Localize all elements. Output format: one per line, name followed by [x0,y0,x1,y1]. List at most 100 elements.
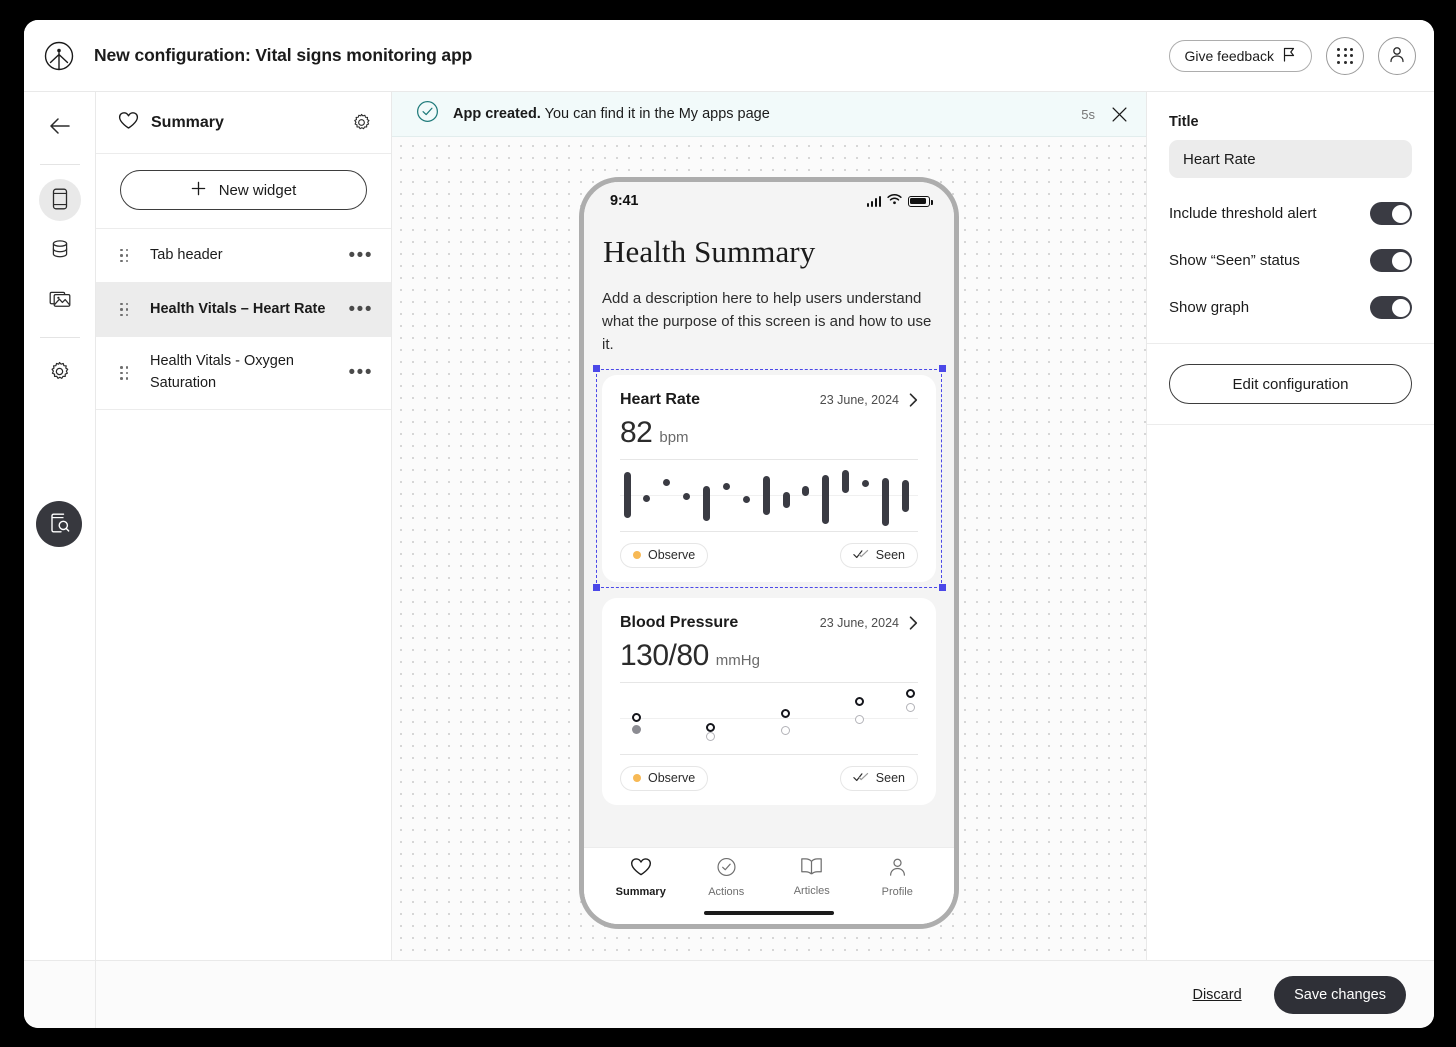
toggle-label: Show “Seen” status [1169,252,1300,269]
tab-label: Profile [881,886,913,898]
check-circle-icon [416,100,439,128]
status-icons [866,192,933,210]
chart-bar [881,477,889,527]
wifi-icon [887,192,902,210]
chart-bar [762,476,770,515]
tab-label: Articles [793,885,830,897]
discard-button[interactable]: Discard [1192,987,1241,1003]
chart-bar [683,493,691,501]
heart-rate-value: 82 [620,415,653,449]
heart-rate-card[interactable]: Heart Rate 23 June, 2024 82 bpm Observe … [602,374,936,582]
home-indicator [584,902,954,924]
selection-handle[interactable] [592,365,600,373]
footer-rail-spacer [24,961,96,1028]
seen-badge[interactable]: Seen [839,542,918,568]
toggle-label: Show graph [1169,299,1250,316]
flag-icon [1283,47,1296,65]
person-icon [887,857,908,882]
heart-icon [630,857,652,882]
widget-label: Tab header [150,246,223,263]
card-title: Heart Rate [620,390,701,408]
tab-label: Summary [615,886,666,898]
new-widget-section: New widget [96,154,391,229]
systolic-point [706,723,716,733]
systolic-point [855,697,865,707]
blood-pressure-card[interactable]: Blood Pressure 23 June, 2024 130/80 mmHg [602,597,936,805]
give-feedback-button[interactable]: Give feedback [1168,39,1312,72]
apps-grid-button[interactable] [1326,36,1364,75]
chart-gridline [620,681,918,683]
chevron-right-icon[interactable] [909,616,918,630]
back-button[interactable] [39,106,81,148]
drag-handle-icon[interactable] [120,302,128,317]
account-button[interactable] [1378,36,1416,75]
rail-item-screens[interactable] [38,179,81,221]
new-widget-button[interactable]: New widget [120,170,367,210]
status-dot-icon [633,774,641,783]
seen-status-toggle[interactable] [1370,249,1412,272]
arrow-left-icon [49,117,71,138]
widget-menu-button[interactable]: ••• [349,246,373,265]
drag-handle-icon[interactable] [120,366,128,380]
tab-profile[interactable]: Profile [855,857,941,898]
accessibility-logo-icon [44,41,74,71]
tab-articles[interactable]: Articles [769,857,855,898]
preview-app-button[interactable] [36,501,82,547]
drag-handle-icon[interactable] [120,248,128,263]
widget-menu-button[interactable]: ••• [349,300,373,319]
close-icon[interactable] [1111,106,1128,123]
tab-summary[interactable]: Summary [598,857,684,898]
selection-handle[interactable] [592,584,600,592]
main-body: Summary New widget Tab header ••• Health… [24,92,1434,960]
systolic-point [780,708,790,718]
show-graph-toggle[interactable] [1370,296,1412,319]
rail-item-media[interactable] [39,279,81,321]
threshold-alert-toggle[interactable] [1370,202,1412,225]
phone-preview: 9:41 Health Summary Add a description he… [579,177,959,929]
phone-preview-icon [47,511,71,538]
panel-header: Summary [96,92,391,154]
toggle-row-seen-status: Show “Seen” status [1169,249,1412,272]
selection-handle[interactable] [938,584,946,592]
title-input[interactable] [1169,140,1412,178]
chevron-right-icon[interactable] [909,393,918,407]
list-item[interactable]: Tab header ••• [96,229,391,283]
panel-settings-button[interactable] [352,113,371,132]
card-footer: Observe Seen [620,765,918,791]
user-avatar-icon [1387,44,1407,67]
chart-bar [742,496,750,504]
save-changes-button[interactable]: Save changes [1274,975,1406,1014]
edit-configuration-button[interactable]: Edit configuration [1169,364,1412,404]
status-badge[interactable]: Observe [620,542,709,568]
rail-item-settings[interactable] [39,352,81,394]
chart-bar [703,486,711,521]
tab-actions[interactable]: Actions [684,857,770,898]
status-badge[interactable]: Observe [620,765,709,791]
list-item[interactable]: Health Vitals - Oxygen Saturation ••• [96,337,391,410]
card-footer: Observe Seen [620,542,918,568]
toast-timer: 5s [1081,106,1095,122]
tab-label: Actions [708,886,745,898]
widget-menu-button[interactable]: ••• [349,363,373,382]
systolic-point [906,688,916,698]
toast-bold-text: App created. [453,106,541,122]
seen-badge[interactable]: Seen [839,765,918,791]
phone-status-bar: 9:41 [584,182,954,220]
status-time: 9:41 [610,193,639,209]
card-date: 23 June, 2024 [819,392,899,407]
widget-list: Tab header ••• Health Vitals – Heart Rat… [96,229,391,960]
toast-rest-text: You can find it in the My apps page [544,106,770,122]
check-circle-icon [716,857,737,882]
heart-rate-unit: bpm [659,428,689,446]
double-check-icon [853,771,869,785]
phone-screen: 9:41 Health Summary Add a description he… [584,182,954,924]
design-canvas[interactable]: 9:41 Health Summary Add a description he… [392,137,1146,960]
rail-item-data[interactable] [39,229,81,271]
screen-title: Health Summary [603,234,816,269]
top-bar: New configuration: Vital signs monitorin… [24,20,1434,92]
list-item[interactable]: Health Vitals – Heart Rate ••• [96,283,391,337]
chart-bar [901,480,909,513]
phone-tab-bar: Summary Actions Articles Profile [584,847,954,902]
footer-bar: Discard Save changes [24,960,1434,1028]
selection-handle[interactable] [938,365,946,373]
